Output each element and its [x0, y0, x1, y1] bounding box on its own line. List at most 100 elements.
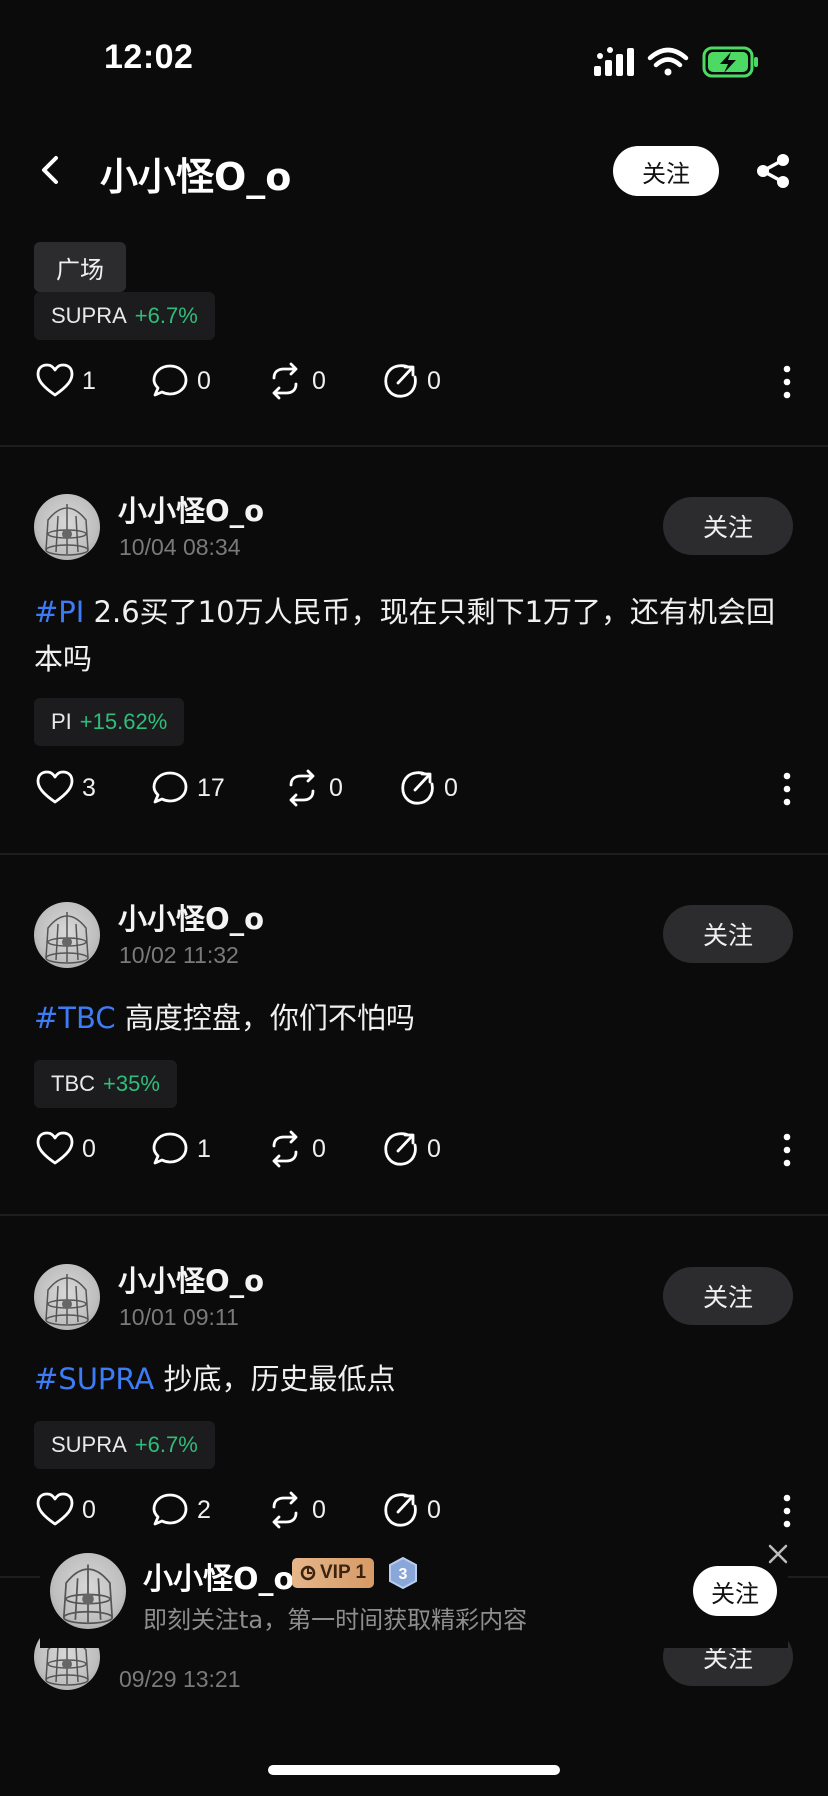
post-time: 10/02 11:32 — [119, 942, 239, 968]
comment-icon — [152, 1132, 188, 1165]
avatar[interactable] — [34, 902, 100, 968]
comment-button[interactable]: 2 — [151, 1491, 211, 1529]
coin-chip[interactable]: TBC +35% — [34, 1060, 177, 1108]
comment-button[interactable]: 17 — [151, 769, 225, 807]
home-indicator[interactable] — [268, 1765, 560, 1775]
vip-label: VIP 1 — [320, 1562, 367, 1583]
share-count: 0 — [427, 366, 441, 395]
share-arrow-icon — [401, 771, 434, 805]
birdcage-image — [45, 1274, 89, 1326]
coin-chip[interactable]: SUPRA +6.7% — [34, 292, 215, 340]
post-actions: 0 2 0 0 — [36, 1491, 792, 1531]
heart-icon — [36, 770, 74, 804]
divider — [0, 445, 828, 447]
close-icon[interactable] — [767, 1543, 789, 1565]
coin-change: +6.7% — [134, 1432, 198, 1457]
post-body: 2.6买了10万人民币，现在只剩下1万了，还有机会回本吗 — [34, 595, 776, 676]
share-post-button[interactable]: 0 — [398, 769, 458, 807]
more-icon[interactable] — [782, 1494, 792, 1528]
signal-icon — [594, 47, 634, 76]
share-icon[interactable] — [754, 152, 792, 190]
follow-button[interactable]: 关注 — [663, 497, 793, 555]
coin-change: +15.62% — [79, 709, 168, 734]
post-text[interactable]: #TBC 高度控盘，你们不怕吗 — [34, 995, 794, 1042]
divider — [0, 853, 828, 855]
divider — [0, 1214, 828, 1216]
coin-chip[interactable]: PI +15.62% — [34, 698, 185, 746]
status-time: 12:02 — [104, 38, 194, 76]
vip-icon — [300, 1565, 316, 1581]
like-count: 0 — [82, 1134, 96, 1163]
like-button[interactable]: 3 — [36, 769, 96, 807]
post-actions: 3 17 0 0 — [36, 769, 792, 809]
vip-badge: VIP 1 — [292, 1558, 375, 1588]
repost-icon — [272, 362, 298, 400]
status-icons — [594, 46, 758, 78]
page-title: 小小怪O_o — [100, 155, 292, 199]
header-follow-button[interactable]: 关注 — [613, 146, 719, 196]
more-icon[interactable] — [782, 1133, 792, 1167]
repost-button[interactable]: 0 — [266, 1130, 326, 1168]
popup-follow-button[interactable]: 关注 — [693, 1566, 777, 1616]
share-count: 0 — [444, 773, 458, 802]
like-count: 3 — [82, 773, 96, 802]
repost-button[interactable]: 0 — [283, 769, 343, 807]
share-arrow-icon — [384, 364, 417, 398]
follow-button[interactable]: 关注 — [663, 905, 793, 963]
coin-symbol: SUPRA — [51, 1432, 127, 1457]
comment-button[interactable]: 0 — [151, 362, 211, 400]
post-time: 10/04 08:34 — [119, 534, 241, 560]
hashtag-link[interactable]: #SUPRA — [34, 1362, 154, 1396]
popup-avatar[interactable] — [50, 1553, 126, 1629]
like-count: 1 — [82, 366, 96, 395]
post-actions: 1 0 0 0 — [36, 362, 792, 402]
coin-symbol: PI — [51, 709, 72, 734]
share-post-button[interactable]: 0 — [381, 1491, 441, 1529]
coin-symbol: TBC — [51, 1071, 95, 1096]
birdcage-image — [62, 1564, 114, 1625]
avatar[interactable] — [34, 494, 100, 560]
popup-name: 小小怪O_o — [143, 1562, 295, 1597]
share-arrow-icon — [384, 1132, 417, 1166]
comment-button[interactable]: 1 — [151, 1130, 211, 1168]
comment-icon — [152, 1493, 188, 1526]
repost-icon — [272, 1491, 298, 1529]
hashtag-link[interactable]: #PI — [34, 595, 84, 629]
post-author[interactable]: 小小怪O_o — [118, 896, 264, 938]
follow-button[interactable]: 关注 — [663, 1267, 793, 1325]
post-author[interactable]: 小小怪O_o — [118, 488, 264, 530]
heart-icon — [36, 1131, 74, 1165]
repost-button[interactable]: 0 — [266, 1491, 326, 1529]
share-post-button[interactable]: 0 — [381, 1130, 441, 1168]
more-icon[interactable] — [782, 365, 792, 399]
post-text[interactable]: #PI 2.6买了10万人民币，现在只剩下1万了，还有机会回本吗 — [34, 589, 794, 683]
battery-icon — [702, 46, 758, 78]
heart-icon — [36, 363, 74, 397]
avatar[interactable] — [34, 1264, 100, 1330]
post-time: 10/01 09:11 — [119, 1304, 239, 1330]
popup-subtitle: 即刻关注ta，第一时间获取精彩内容 — [143, 1606, 528, 1634]
more-icon[interactable] — [782, 772, 792, 806]
comment-icon — [152, 364, 188, 397]
share-post-button[interactable]: 0 — [381, 362, 441, 400]
coin-symbol: SUPRA — [51, 303, 127, 328]
like-count: 0 — [82, 1495, 96, 1524]
birdcage-image — [45, 912, 89, 964]
post-text[interactable]: #SUPRA 抄底，历史最低点 — [34, 1356, 794, 1403]
repost-button[interactable]: 0 — [266, 362, 326, 400]
hashtag-link[interactable]: #TBC — [34, 1001, 116, 1035]
coin-change: +6.7% — [134, 303, 198, 328]
comment-count: 1 — [197, 1134, 211, 1163]
coin-change: +35% — [103, 1071, 160, 1096]
like-button[interactable]: 0 — [36, 1130, 96, 1168]
like-button[interactable]: 1 — [36, 362, 96, 400]
tag-square[interactable]: 广场 — [34, 242, 126, 292]
comment-count: 2 — [197, 1495, 211, 1524]
post-time: 09/29 13:21 — [119, 1666, 241, 1692]
like-button[interactable]: 0 — [36, 1491, 96, 1529]
repost-count: 0 — [312, 1495, 326, 1524]
post-author[interactable]: 小小怪O_o — [118, 1258, 264, 1300]
wifi-icon — [647, 47, 689, 76]
back-icon[interactable] — [36, 152, 66, 188]
coin-chip[interactable]: SUPRA +6.7% — [34, 1421, 215, 1469]
